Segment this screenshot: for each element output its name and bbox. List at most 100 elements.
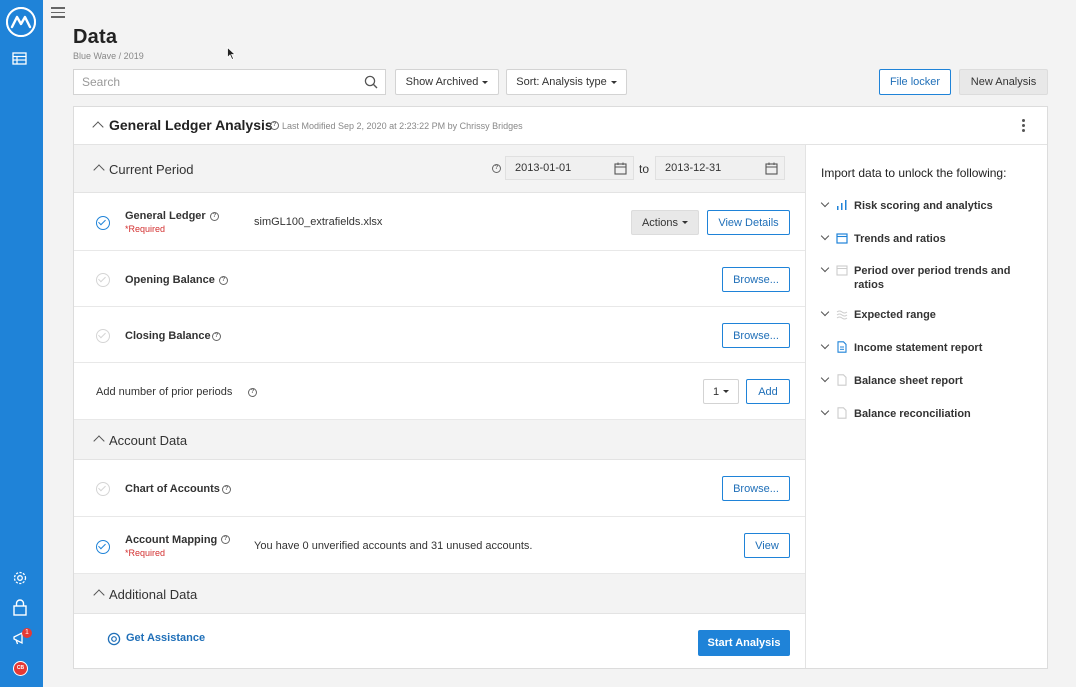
sort-dropdown[interactable]: Sort: Analysis type [506, 69, 627, 95]
sidebar: 1 CB [0, 0, 43, 687]
current-period-header: Current Period ? 2013-01-01 to 2013-12-3… [74, 145, 805, 193]
browse-button[interactable]: Browse... [722, 267, 790, 292]
get-assistance-link[interactable]: Get Assistance [126, 632, 205, 644]
calendar-icon[interactable] [765, 162, 778, 175]
unlock-item[interactable]: Balance sheet report [820, 373, 1040, 389]
search-icon[interactable] [364, 75, 378, 89]
data-table-icon[interactable] [12, 52, 30, 70]
current-period-title: Current Period [109, 162, 194, 177]
document-icon [837, 407, 847, 419]
prior-periods-row: Add number of prior periods ? 1 Add [74, 363, 805, 420]
row-label: General Ledger [125, 210, 206, 222]
general-ledger-row: General Ledger ? *Required simGL100_extr… [74, 193, 805, 251]
cursor-icon [227, 47, 236, 60]
unlock-item[interactable]: Income statement report [820, 340, 1040, 356]
help-icon[interactable]: ? [212, 332, 221, 341]
caret-down-icon [610, 80, 617, 84]
unlock-item-label: Risk scoring and analytics [854, 200, 993, 212]
calendar-icon [836, 233, 848, 244]
caret-down-icon [482, 80, 489, 84]
chevron-down-icon [820, 307, 830, 317]
calendar-icon [836, 265, 848, 276]
account-data-header: Account Data [74, 420, 805, 460]
unlock-item-label: Expected range [854, 309, 936, 321]
actions-dropdown[interactable]: Actions [631, 210, 699, 235]
prior-periods-value: 1 [712, 385, 720, 398]
help-icon[interactable]: ? [222, 485, 231, 494]
caret-down-icon [682, 221, 689, 224]
show-archived-dropdown[interactable]: Show Archived [395, 69, 499, 95]
add-button[interactable]: Add [746, 379, 790, 404]
unlock-item[interactable]: Expected range [820, 307, 1040, 323]
last-modified: Last Modified Sep 2, 2020 at 2:23:22 PM … [282, 121, 523, 131]
chevron-up-icon[interactable] [92, 121, 104, 133]
view-details-button[interactable]: View Details [707, 210, 790, 235]
chevron-up-icon[interactable] [93, 435, 105, 447]
search-box [73, 69, 386, 95]
check-circle-icon [96, 216, 110, 230]
avatar-initials: CB [16, 665, 25, 671]
lifebuoy-icon[interactable] [107, 632, 121, 646]
unlock-item[interactable]: Trends and ratios [820, 231, 1040, 247]
unlock-item-label: Balance sheet report [854, 375, 963, 387]
footer-row: Get Assistance Start Analysis [74, 614, 805, 668]
unlock-panel: Import data to unlock the following: Ris… [805, 145, 1047, 668]
chevron-up-icon[interactable] [93, 164, 105, 176]
search-input[interactable] [74, 70, 354, 94]
additional-data-header: Additional Data [74, 574, 805, 614]
start-analysis-button[interactable]: Start Analysis [698, 630, 790, 656]
additional-data-title: Additional Data [109, 587, 198, 602]
chevron-up-icon[interactable] [93, 589, 105, 601]
more-options-icon[interactable] [1022, 119, 1026, 133]
row-label: Closing Balance [125, 330, 211, 342]
check-circle-icon [96, 482, 110, 496]
file-locker-button[interactable]: File locker [879, 69, 951, 95]
row-label: Opening Balance [125, 274, 215, 286]
row-label: Chart of Accounts [125, 483, 220, 495]
row-label: Account Mapping [125, 534, 218, 546]
account-data-title: Account Data [109, 433, 188, 448]
view-button[interactable]: View [744, 533, 790, 558]
caret-down-icon [723, 390, 730, 393]
show-archived-label: Show Archived [405, 76, 479, 88]
check-circle-icon [96, 329, 110, 343]
app-logo[interactable] [6, 7, 36, 37]
check-circle-icon [96, 540, 110, 554]
unlock-item-label: Period over period trends and ratios [854, 265, 1011, 291]
menu-icon[interactable] [51, 7, 65, 19]
notification-badge: 1 [22, 628, 32, 638]
help-icon[interactable]: ? [248, 388, 257, 397]
new-analysis-button[interactable]: New Analysis [959, 69, 1048, 95]
end-date-input[interactable]: 2013-12-31 [655, 156, 785, 180]
unlock-item[interactable]: Balance reconciliation [820, 406, 1040, 422]
page-title: Data [73, 26, 118, 48]
analysis-title: General Ledger Analysis [109, 117, 273, 133]
unlock-item[interactable]: Risk scoring and analytics [820, 198, 1040, 214]
gear-icon[interactable] [12, 570, 30, 588]
browse-button[interactable]: Browse... [722, 476, 790, 501]
unlock-item[interactable]: Period over period trends and ratios [820, 263, 1040, 293]
file-name[interactable]: simGL100_extrafields.xlsx [254, 216, 382, 228]
browse-button[interactable]: Browse... [722, 323, 790, 348]
calendar-icon[interactable] [614, 162, 627, 175]
start-date-input[interactable]: 2013-01-01 [505, 156, 634, 180]
document-icon [837, 374, 847, 386]
date-to-label: to [639, 162, 650, 176]
lock-icon[interactable] [12, 599, 30, 617]
breadcrumb[interactable]: Blue Wave / 2019 [73, 51, 144, 61]
mapping-status: You have 0 unverified accounts and 31 un… [254, 540, 533, 552]
help-icon[interactable]: ? [492, 164, 501, 173]
help-icon[interactable]: ? [219, 276, 228, 285]
chart-of-accounts-row: Chart of Accounts ? Browse... [74, 460, 805, 517]
required-note: *Required [125, 224, 166, 234]
help-icon[interactable]: ? [210, 212, 219, 221]
help-icon[interactable]: ? [221, 535, 230, 544]
account-mapping-row: Account Mapping ? *Required You have 0 u… [74, 517, 805, 574]
prior-periods-select[interactable]: 1 [703, 379, 739, 404]
avatar[interactable]: CB [13, 661, 28, 676]
data-sections: Current Period ? 2013-01-01 to 2013-12-3… [74, 145, 805, 668]
prior-periods-label: Add number of prior periods [96, 386, 233, 398]
document-icon [837, 341, 847, 353]
help-icon[interactable]: ? [270, 121, 279, 130]
unlock-item-label: Trends and ratios [854, 233, 946, 245]
